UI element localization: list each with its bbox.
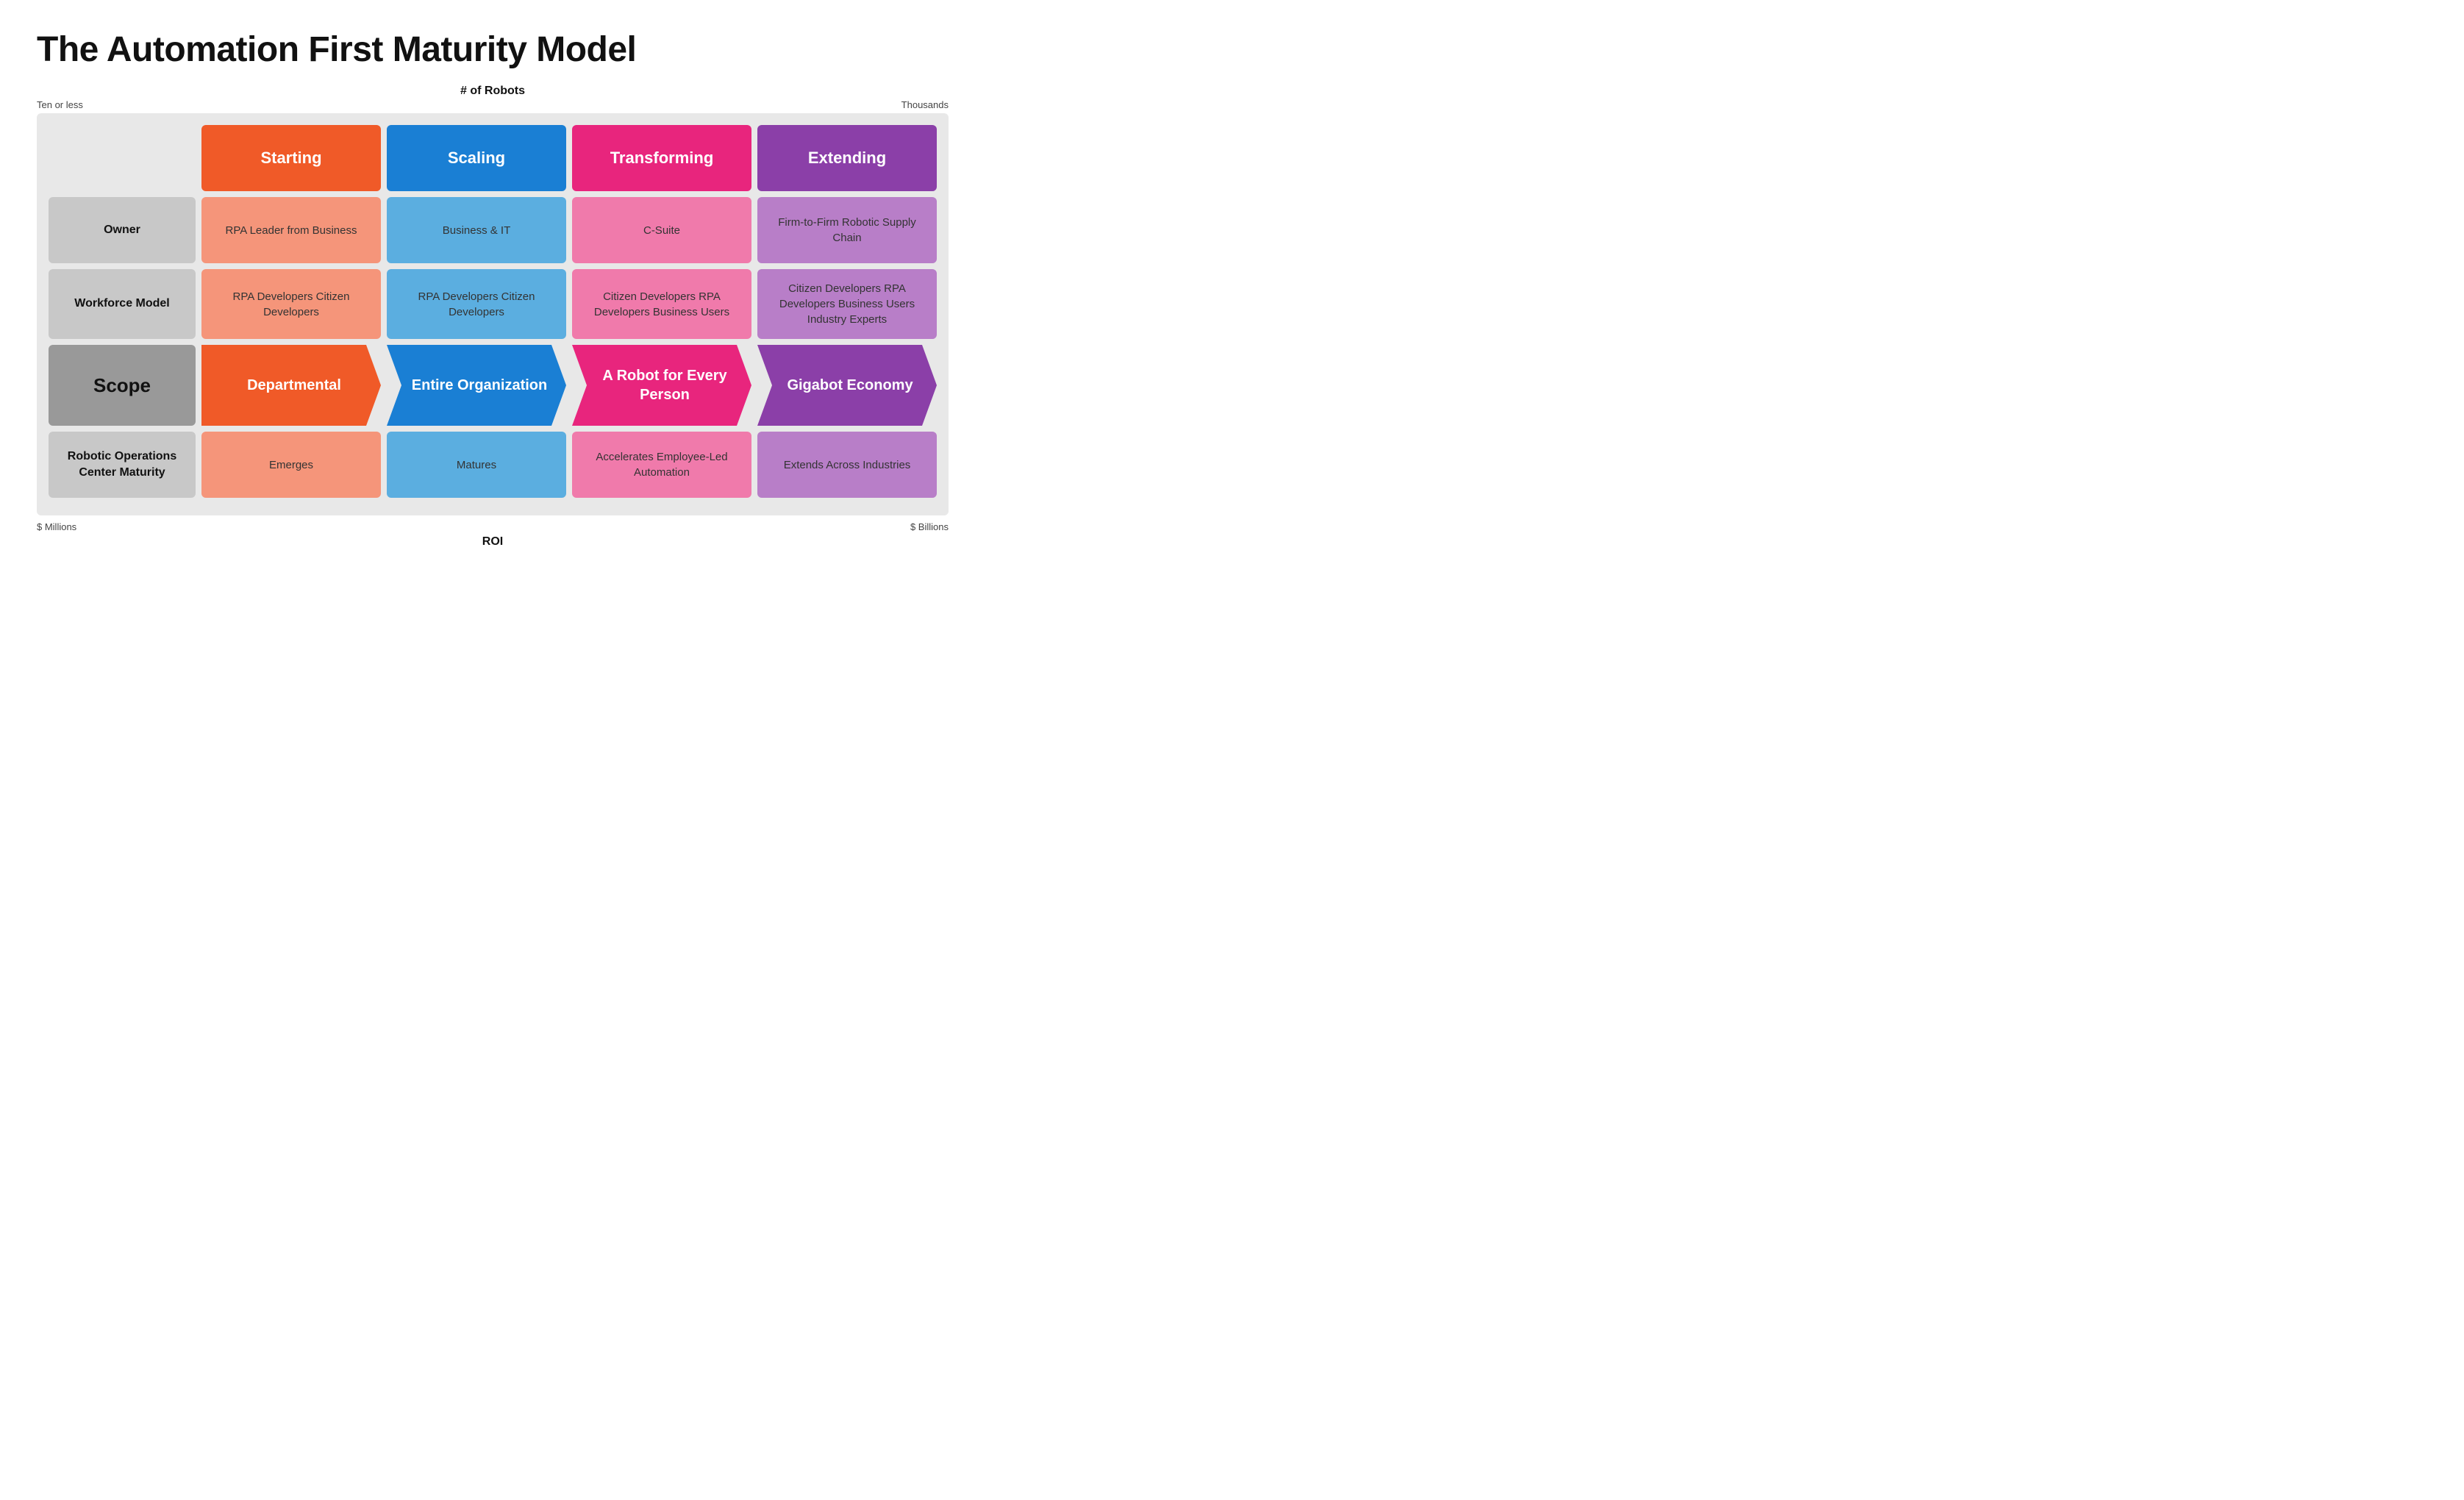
scope-row: Scope Departmental Entire Organization A… (49, 345, 937, 426)
owner-transforming: C-Suite (572, 197, 751, 263)
roc-transforming: Accelerates Employee-Led Automation (572, 432, 751, 498)
header-starting: Starting (201, 125, 381, 191)
workforce-row: Workforce Model RPA Developers Citizen D… (49, 269, 937, 339)
roc-row: Robotic Operations Center Maturity Emerg… (49, 432, 937, 498)
header-transforming: Transforming (572, 125, 751, 191)
top-left-label: Ten or less (37, 99, 83, 110)
workforce-starting: RPA Developers Citizen Developers (201, 269, 381, 339)
bottom-left-label: $ Millions (37, 521, 76, 532)
scope-label: Scope (49, 345, 196, 426)
bottom-axis: $ Millions $ Billions (37, 521, 949, 532)
owner-row: Owner RPA Leader from Business Business … (49, 197, 937, 263)
owner-starting: RPA Leader from Business (201, 197, 381, 263)
page-title: The Automation First Maturity Model (37, 29, 949, 70)
diagram-container: # of Robots Ten or less Thousands Starti… (37, 85, 949, 549)
grid-wrapper: Starting Scaling Transforming Extending … (37, 113, 949, 515)
header-empty-cell (49, 125, 196, 191)
robots-axis-label: # of Robots (37, 85, 949, 98)
bottom-right-label: $ Billions (910, 521, 949, 532)
scope-starting: Departmental (201, 345, 381, 426)
owner-extending: Firm-to-Firm Robotic Supply Chain (757, 197, 937, 263)
header-extending: Extending (757, 125, 937, 191)
owner-label: Owner (49, 197, 196, 263)
roc-scaling: Matures (387, 432, 566, 498)
header-scaling: Scaling (387, 125, 566, 191)
roc-label: Robotic Operations Center Maturity (49, 432, 196, 498)
roi-axis-label: ROI (37, 535, 949, 549)
workforce-extending: Citizen Developers RPA Developers Busine… (757, 269, 937, 339)
roc-extending: Extends Across Industries (757, 432, 937, 498)
workforce-transforming: Citizen Developers RPA Developers Busine… (572, 269, 751, 339)
roc-starting: Emerges (201, 432, 381, 498)
axis-labels-top: Ten or less Thousands (37, 99, 949, 113)
scope-transforming: A Robot for Every Person (572, 345, 751, 426)
scope-scaling: Entire Organization (387, 345, 566, 426)
workforce-label: Workforce Model (49, 269, 196, 339)
owner-scaling: Business & IT (387, 197, 566, 263)
top-right-label: Thousands (901, 99, 949, 110)
scope-extending: Gigabot Economy (757, 345, 937, 426)
header-row: Starting Scaling Transforming Extending (49, 125, 937, 191)
workforce-scaling: RPA Developers Citizen Developers (387, 269, 566, 339)
